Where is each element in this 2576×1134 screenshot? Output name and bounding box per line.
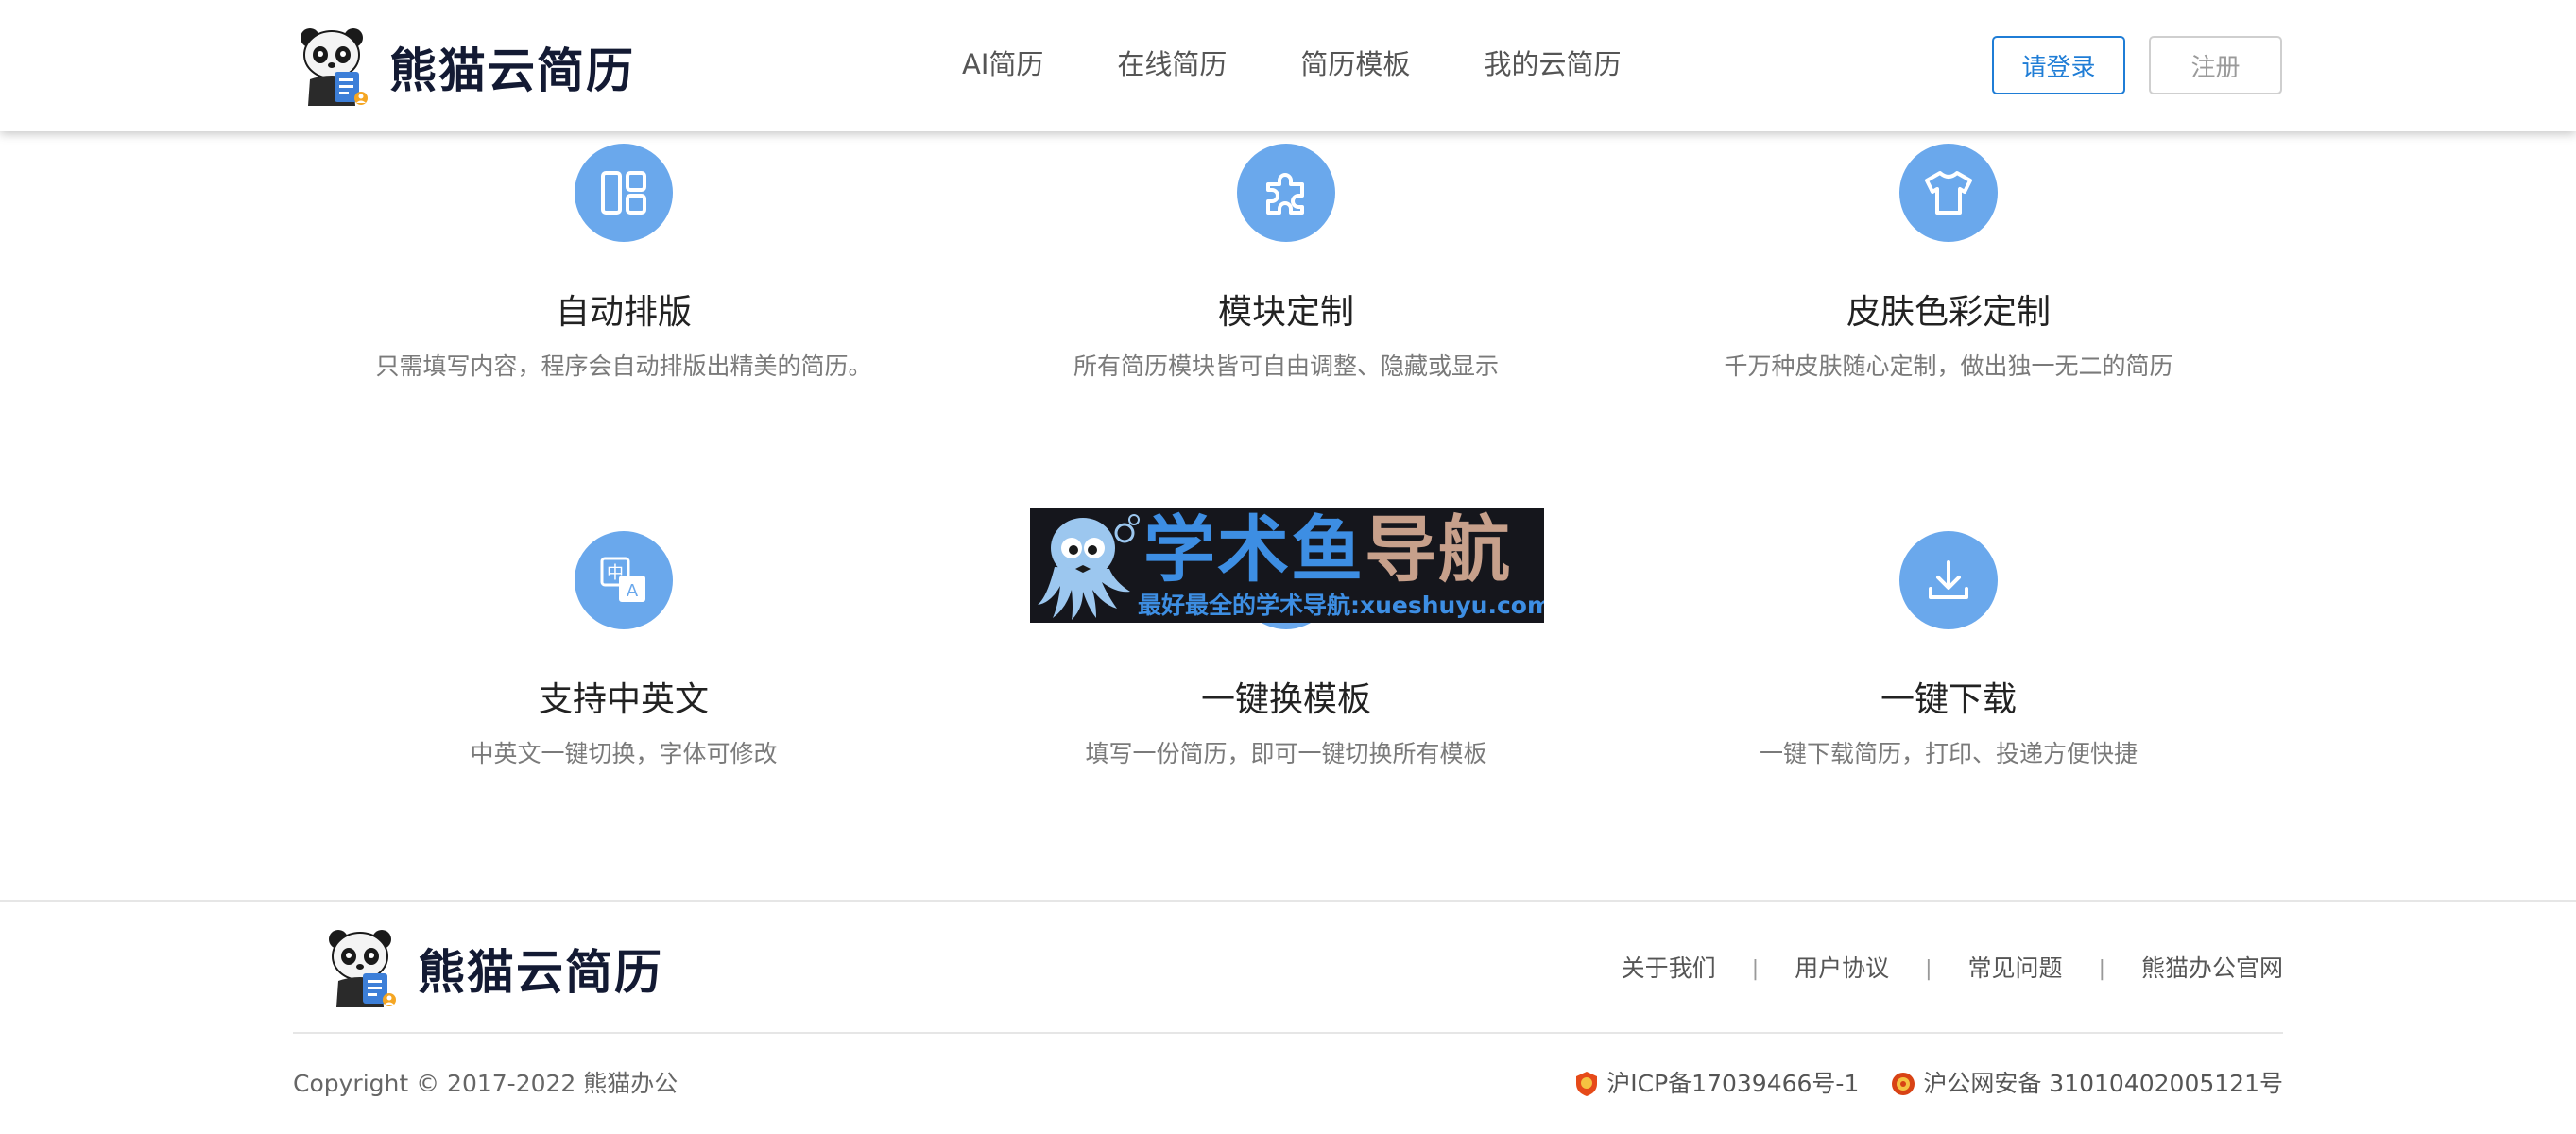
feature-icon-circle — [1237, 144, 1335, 242]
nav-resume-templates[interactable]: 简历模板 — [1300, 43, 1410, 85]
feature-title: 一键换模板 — [1200, 680, 1371, 719]
feature-download: 一键下载 一键下载简历，打印、投递方便快捷 — [1618, 531, 2279, 771]
footer-link-separator: | — [1751, 956, 1760, 981]
panda-logo-icon — [329, 930, 396, 1007]
feature-description: 千万种皮肤随心定制，做出独一无二的简历 — [1724, 352, 2173, 380]
top-navbar: 熊猫云简历 AI简历 在线简历 简历模板 我的云简历 请登录 注册 — [0, 0, 2576, 131]
icp-badge-icon — [1576, 1072, 1598, 1096]
feature-description: 所有简历模块皆可自由调整、隐藏或显示 — [1073, 352, 1499, 380]
police-record[interactable]: 沪公网安备 31010402005121号 — [1891, 1068, 2283, 1100]
translate-icon: 中 A — [600, 557, 645, 602]
panda-logo-icon — [301, 28, 368, 106]
feature-icon-circle: 中 A — [575, 531, 673, 629]
site-logo[interactable]: 熊猫云简历 — [297, 26, 635, 108]
watermark-subtitle: 最好最全的学术导航:xueshuyu.com — [1138, 592, 1544, 619]
copyright-text: Copyright © 2017-2022 熊猫办公 — [293, 1070, 678, 1097]
page: 熊猫云简历 AI简历 在线简历 简历模板 我的云简历 请登录 注册 自动排版 只… — [0, 0, 2576, 1134]
footer-logo[interactable]: 熊猫云简历 — [325, 928, 663, 1009]
feature-icon-circle — [1899, 144, 1998, 242]
feature-description: 填写一份简历，即可一键切换所有模板 — [1085, 740, 1487, 767]
icp-record[interactable]: 沪ICP备17039466号-1 — [1574, 1068, 1859, 1100]
watermark-title-part2: 导航 — [1365, 508, 1512, 592]
feature-module-custom: 模块定制 所有简历模块皆可自由调整、隐藏或显示 — [955, 144, 1617, 384]
watermark-title: 学术鱼导航 — [1143, 512, 1512, 588]
feature-auto-layout: 自动排版 只需填写内容，程序会自动排版出精美的简历。 — [293, 144, 954, 384]
layout-icon — [601, 171, 646, 215]
feature-bilingual: 中 A 支持中英文 中英文一键切换，字体可修改 — [293, 531, 954, 771]
nav-ai-resume[interactable]: AI简历 — [962, 43, 1043, 85]
footer-link-agreement[interactable]: 用户协议 — [1795, 953, 1889, 985]
footer-divider — [293, 1032, 2283, 1034]
feature-title: 模块定制 — [1217, 293, 1354, 332]
main-nav: AI简历 在线简历 简历模板 我的云简历 — [962, 43, 1694, 85]
feature-icon-circle — [575, 144, 673, 242]
svg-text:A: A — [627, 581, 639, 601]
feature-title: 皮肤色彩定制 — [1846, 293, 2051, 332]
footer-link-separator: | — [1925, 956, 1932, 981]
footer-link-official-site[interactable]: 熊猫办公官网 — [2141, 953, 2283, 985]
feature-title: 自动排版 — [555, 293, 692, 332]
feature-description: 只需填写内容，程序会自动排版出精美的简历。 — [375, 352, 872, 380]
octopus-mascot-icon — [1038, 514, 1140, 620]
watermark-banner: 学术鱼导航 最好最全的学术导航:xueshuyu.com — [1030, 508, 1544, 623]
footer-link-faq[interactable]: 常见问题 — [1968, 953, 2063, 985]
footer-brand-name: 熊猫云简历 — [418, 945, 663, 1000]
footer-link-separator: | — [2098, 956, 2105, 981]
footer-link-about[interactable]: 关于我们 — [1622, 953, 1716, 985]
police-text: 沪公网安备 31010402005121号 — [1923, 1070, 2283, 1097]
footer-divider-top — [0, 900, 2576, 902]
icp-text: 沪ICP备17039466号-1 — [1606, 1070, 1860, 1097]
nav-my-cloud-resume[interactable]: 我的云简历 — [1484, 43, 1621, 85]
feature-description: 中英文一键切换，字体可修改 — [470, 740, 778, 767]
feature-icon-circle — [1899, 531, 1998, 629]
beian-info: 沪ICP备17039466号-1 沪公网安备 31010402005121号 — [1574, 1068, 2283, 1100]
watermark-title-part1: 学术鱼 — [1143, 508, 1365, 592]
brand-name: 熊猫云简历 — [389, 43, 635, 98]
feature-skin-color: 皮肤色彩定制 千万种皮肤随心定制，做出独一无二的简历 — [1618, 144, 2279, 384]
feature-description: 一键下载简历，打印、投递方便快捷 — [1759, 740, 2138, 767]
feature-title: 支持中英文 — [538, 680, 709, 719]
puzzle-icon — [1266, 173, 1304, 215]
login-button[interactable]: 请登录 — [1992, 36, 2125, 94]
police-badge-icon — [1892, 1073, 1915, 1095]
download-icon — [1929, 560, 1968, 599]
tshirt-icon — [1925, 171, 1972, 215]
register-button[interactable]: 注册 — [2149, 36, 2282, 94]
feature-title: 一键下载 — [1880, 680, 2017, 719]
footer-links: 关于我们 | 用户协议 | 常见问题 | 熊猫办公官网 — [1622, 953, 2283, 985]
nav-online-resume[interactable]: 在线简历 — [1117, 43, 1227, 85]
